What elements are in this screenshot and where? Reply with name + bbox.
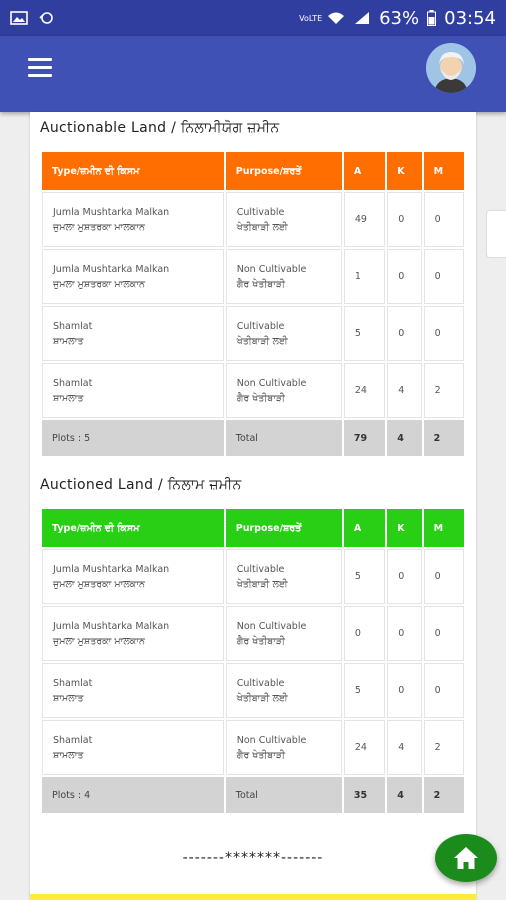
home-button[interactable]	[435, 834, 497, 882]
header-k: K	[387, 509, 422, 547]
table-row: Jumla Mushtarka Malkan ਜੁਮਲਾ ਮੁਸ਼ਤਰਕਾ ਮਾਲ…	[42, 249, 464, 304]
header-type: Type/ਜ਼ਮੀਨ ਦੀ ਕਿਸਮ	[42, 509, 224, 547]
gallery-icon	[10, 11, 28, 25]
k-cell: 0	[387, 606, 422, 661]
hamburger-menu-icon[interactable]	[28, 58, 52, 78]
auctionable-land-title: Auctionable Land / ਨਿਲਾਮੀਯੋਗ ਜ਼ਮੀਨ	[40, 120, 280, 136]
a-cell: 1	[343, 249, 386, 304]
total-m: 2	[423, 420, 464, 456]
a-cell: 24	[343, 720, 386, 775]
m-cell: 2	[423, 720, 464, 775]
auctioned-land-title: Auctioned Land / ਨਿਲਾਮ ਜ਼ਮੀਨ	[40, 477, 242, 493]
type-cell: Shamlat ਸ਼ਾਮਲਾਤ	[42, 663, 224, 718]
battery-icon	[427, 10, 437, 26]
a-cell: 5	[343, 306, 386, 361]
user-avatar[interactable]	[426, 43, 476, 93]
sync-icon	[39, 12, 53, 24]
avatar-icon	[426, 43, 476, 93]
total-m: 2	[423, 777, 464, 813]
table-row: Jumla Mushtarka Malkan ਜੁਮਲਾ ਮੁਸ਼ਤਰਕਾ ਮਾਲ…	[42, 606, 464, 661]
table-row: Shamlat ਸ਼ਾਮਲਾਤ Non Cultivable ਗੈਰ ਖੇਤੀਬਾੜ…	[42, 363, 464, 418]
k-cell: 0	[387, 549, 422, 604]
total-k: 4	[387, 420, 422, 456]
plots-count: Plots : 4	[42, 777, 224, 813]
type-cell: Jumla Mushtarka Malkan ਜੁਮਲਾ ਮੁਸ਼ਤਰਕਾ ਮਾਲ…	[42, 606, 224, 661]
type-cell: Jumla Mushtarka Malkan ਜੁਮਲਾ ਮੁਸ਼ਤਰਕਾ ਮਾਲ…	[42, 192, 224, 247]
table-row: Shamlat ਸ਼ਾਮਲਾਤ Cultivable ਖੇਤੀਬਾੜੀ ਲਈ 5 0…	[42, 306, 464, 361]
land-details-card: Auctionable Land / ਨਿਲਾਮੀਯੋਗ ਜ਼ਮੀਨ Type/…	[30, 112, 476, 900]
m-cell: 0	[423, 192, 464, 247]
k-cell: 0	[387, 192, 422, 247]
total-label: Total	[225, 777, 342, 813]
total-label: Total	[225, 420, 342, 456]
k-cell: 0	[387, 249, 422, 304]
footer-divider-text: -------*******-------	[182, 850, 324, 866]
auctioned-land-table: Type/ਜ਼ਮੀਨ ਦੀ ਕਿਸਮ Purpose/ਸ਼ਰਤੇਂ A K M …	[40, 507, 466, 815]
k-cell: 4	[387, 363, 422, 418]
m-cell: 2	[423, 363, 464, 418]
table-row: Jumla Mushtarka Malkan ਜੁਮਲਾ ਮੁਸ਼ਤਰਕਾ ਮਾਲ…	[42, 549, 464, 604]
m-cell: 0	[423, 306, 464, 361]
clock: 03:54	[444, 7, 496, 29]
purpose-cell: Cultivable ਖੇਤੀਬਾੜੀ ਲਈ	[225, 663, 342, 718]
total-k: 4	[387, 777, 422, 813]
m-cell: 0	[423, 663, 464, 718]
header-purpose: Purpose/ਸ਼ਰਤੇਂ	[225, 152, 342, 190]
battery-percent: 63%	[379, 7, 420, 29]
status-bar: VoLTE 63% 03:54	[0, 0, 506, 36]
table-row: Jumla Mushtarka Malkan ਜੁਮਲਾ ਮੁਸ਼ਤਰਕਾ ਮਾਲ…	[42, 192, 464, 247]
a-cell: 5	[343, 663, 386, 718]
total-a: 79	[343, 420, 386, 456]
type-cell: Jumla Mushtarka Malkan ਜੁਮਲਾ ਮੁਸ਼ਤਰਕਾ ਮਾਲ…	[42, 549, 224, 604]
purpose-cell: Cultivable ਖੇਤੀਬਾੜੀ ਲਈ	[225, 192, 342, 247]
table-header-row: Type/ਜ਼ਮੀਨ ਦੀ ਕਿਸਮ Purpose/ਸ਼ਰਤੇਂ A K M	[42, 152, 464, 190]
k-cell: 0	[387, 306, 422, 361]
header-purpose: Purpose/ਸ਼ਰਤੇਂ	[225, 509, 342, 547]
k-cell: 0	[387, 663, 422, 718]
header-a: A	[343, 509, 386, 547]
signal-icon	[355, 12, 370, 24]
plots-count: Plots : 5	[42, 420, 224, 456]
table-header-row: Type/ਜ਼ਮੀਨ ਦੀ ਕਿਸਮ Purpose/ਸ਼ਰਤੇਂ A K M	[42, 509, 464, 547]
m-cell: 0	[423, 549, 464, 604]
app-bar	[0, 36, 506, 112]
table-row: Shamlat ਸ਼ਾਮਲਾਤ Cultivable ਖੇਤੀਬਾੜੀ ਲਈ 5 0…	[42, 663, 464, 718]
m-cell: 0	[423, 249, 464, 304]
home-icon	[454, 847, 478, 869]
type-cell: Shamlat ਸ਼ਾਮਲਾਤ	[42, 363, 224, 418]
volte-indicator: VoLTE	[299, 13, 323, 23]
yellow-bottom-bar	[30, 894, 476, 900]
header-a: A	[343, 152, 386, 190]
a-cell: 24	[343, 363, 386, 418]
m-cell: 0	[423, 606, 464, 661]
header-type: Type/ਜ਼ਮੀਨ ਦੀ ਕਿਸਮ	[42, 152, 224, 190]
auctionable-land-table: Type/ਜ਼ਮੀਨ ਦੀ ਕਿਸਮ Purpose/ਸ਼ਰਤੇਂ A K M …	[40, 150, 466, 458]
a-cell: 5	[343, 549, 386, 604]
purpose-cell: Non Cultivable ਗੈਰ ਖੇਤੀਬਾੜੀ	[225, 720, 342, 775]
a-cell: 49	[343, 192, 386, 247]
total-row: Plots : 5 Total 79 4 2	[42, 420, 464, 456]
type-cell: Jumla Mushtarka Malkan ਜੁਮਲਾ ਮੁਸ਼ਤਰਕਾ ਮਾਲ…	[42, 249, 224, 304]
purpose-cell: Cultivable ਖੇਤੀਬਾੜੀ ਲਈ	[225, 306, 342, 361]
purpose-cell: Non Cultivable ਗੈਰ ਖੇਤੀਬਾੜੀ	[225, 363, 342, 418]
purpose-cell: Non Cultivable ਗੈਰ ਖੇਤੀਬਾੜੀ	[225, 249, 342, 304]
wifi-icon	[328, 12, 345, 24]
header-m: M	[423, 509, 464, 547]
type-cell: Shamlat ਸ਼ਾਮਲਾਤ	[42, 306, 224, 361]
purpose-cell: Cultivable ਖੇਤੀਬਾੜੀ ਲਈ	[225, 549, 342, 604]
total-a: 35	[343, 777, 386, 813]
header-m: M	[423, 152, 464, 190]
header-k: K	[387, 152, 422, 190]
table-row: Shamlat ਸ਼ਾਮਲਾਤ Non Cultivable ਗੈਰ ਖੇਤੀਬਾੜ…	[42, 720, 464, 775]
type-cell: Shamlat ਸ਼ਾਮਲਾਤ	[42, 720, 224, 775]
purpose-cell: Non Cultivable ਗੈਰ ਖੇਤੀਬਾੜੀ	[225, 606, 342, 661]
scroll-edge-handle[interactable]	[486, 210, 506, 258]
total-row: Plots : 4 Total 35 4 2	[42, 777, 464, 813]
k-cell: 4	[387, 720, 422, 775]
a-cell: 0	[343, 606, 386, 661]
